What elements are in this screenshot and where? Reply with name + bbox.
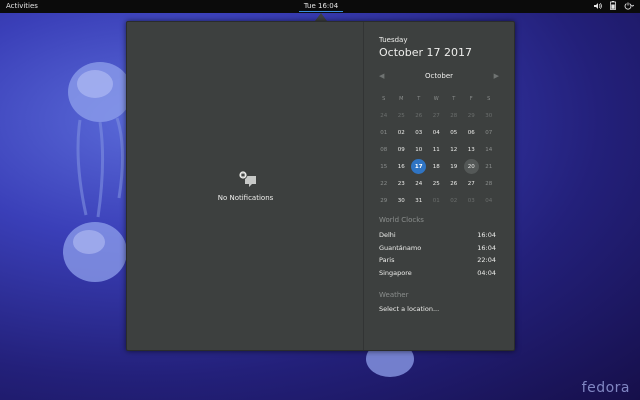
- wallpaper-jellyfish-small: [366, 345, 414, 377]
- calendar-day[interactable]: 02: [393, 125, 411, 140]
- wallpaper-jellyfish-bottom: [63, 222, 127, 282]
- calendar-day[interactable]: 22: [375, 176, 393, 191]
- weekday-header: W: [433, 95, 439, 102]
- current-weekday[interactable]: Tuesday: [379, 36, 504, 44]
- calendar-day[interactable]: 30: [393, 193, 411, 208]
- calendar-day[interactable]: 08: [375, 142, 393, 157]
- calendar-week: 01 02 03 04 05 06 07: [375, 124, 498, 141]
- weather-section[interactable]: Weather Select a location...: [379, 291, 496, 313]
- weekday-header: F: [469, 95, 473, 102]
- world-clock-time: 16:04: [477, 231, 496, 240]
- no-notifications-icon: [238, 170, 256, 187]
- calendar-day[interactable]: 06: [463, 125, 481, 140]
- calendar-day[interactable]: 24: [375, 108, 393, 123]
- chevron-right-icon[interactable]: ▶: [494, 72, 499, 80]
- calendar-day[interactable]: 29: [463, 108, 481, 123]
- world-clocks-section[interactable]: World Clocks Delhi 16:04 Guantánamo 16:0…: [379, 216, 496, 279]
- fedora-logo: fedora: [581, 380, 630, 396]
- calendar-day[interactable]: 23: [393, 176, 411, 191]
- world-clock-row: Delhi 16:04: [379, 229, 496, 242]
- calendar-day[interactable]: 25: [393, 108, 411, 123]
- calendar-day[interactable]: 28: [480, 176, 498, 191]
- calendar-day[interactable]: 28: [445, 108, 463, 123]
- weekday-header: S: [487, 95, 491, 102]
- calendar-month-label: October: [424, 72, 453, 80]
- calendar-day[interactable]: 31: [410, 193, 428, 208]
- volume-icon: [594, 2, 602, 9]
- world-clock-time: 04:04: [477, 268, 496, 277]
- current-date[interactable]: October 17 2017: [379, 46, 504, 59]
- weekday-header: T: [417, 95, 421, 102]
- no-notifications-label: No Notifications: [217, 194, 274, 202]
- calendar-day[interactable]: 05: [445, 125, 463, 140]
- calendar-day[interactable]: 03: [463, 193, 481, 208]
- weekday-header: S: [382, 95, 386, 102]
- calendar-day-today[interactable]: 17: [411, 159, 427, 174]
- calendar-day[interactable]: 04: [480, 193, 498, 208]
- top-bar: Activities Tue 16:04: [0, 0, 640, 13]
- calendar-week: 08 09 10 11 12 13 14: [375, 141, 498, 158]
- calendar-day[interactable]: 19: [445, 159, 463, 174]
- calendar-day[interactable]: 10: [410, 142, 428, 157]
- calendar-grid: S M T W T F S 24 25 26 27 28 29 30 01 02…: [375, 90, 498, 209]
- calendar-column: Tuesday October 17 2017 ◀ October ▶ S M …: [379, 36, 504, 313]
- world-clock-city: Paris: [379, 256, 395, 265]
- world-clock-city: Singapore: [379, 268, 412, 277]
- calendar-day[interactable]: 01: [428, 193, 446, 208]
- popup-arrow: [315, 13, 327, 21]
- calendar-day[interactable]: 20: [463, 159, 479, 174]
- world-clock-row: Guantánamo 16:04: [379, 242, 496, 255]
- calendar-week: 22 23 24 25 26 27 28: [375, 175, 498, 192]
- world-clock-city: Delhi: [379, 231, 396, 240]
- world-clock-time: 16:04: [477, 243, 496, 252]
- weather-location-prompt: Select a location...: [379, 305, 440, 313]
- calendar-week: 15 16 17 18 19 20 21: [375, 158, 498, 175]
- calendar-day[interactable]: 12: [445, 142, 463, 157]
- calendar-day[interactable]: 14: [480, 142, 498, 157]
- calendar-header: ◀ October ▶: [379, 72, 499, 82]
- calendar-day[interactable]: 26: [445, 176, 463, 191]
- calendar-day[interactable]: 30: [480, 108, 498, 123]
- weekday-header: M: [399, 95, 404, 102]
- calendar-day[interactable]: 04: [428, 125, 446, 140]
- world-clock-time: 22:04: [477, 256, 496, 265]
- calendar-day[interactable]: 24: [410, 176, 428, 191]
- weekday-header-row: S M T W T F S: [375, 90, 498, 107]
- world-clock-row: Paris 22:04: [379, 254, 496, 267]
- calendar-day[interactable]: 25: [428, 176, 446, 191]
- calendar-day[interactable]: 16: [393, 159, 411, 174]
- calendar-week: 29 30 31 01 02 03 04: [375, 192, 498, 209]
- calendar-day[interactable]: 27: [463, 176, 481, 191]
- calendar-day[interactable]: 01: [375, 125, 393, 140]
- calendar-day[interactable]: 26: [410, 108, 428, 123]
- calendar-day[interactable]: 07: [480, 125, 498, 140]
- weekday-header: T: [452, 95, 456, 102]
- world-clock-city: Guantánamo: [379, 243, 422, 252]
- world-clocks-title: World Clocks: [379, 216, 424, 224]
- calendar-day[interactable]: 27: [428, 108, 446, 123]
- calendar-day[interactable]: 03: [410, 125, 428, 140]
- calendar-day[interactable]: 29: [375, 193, 393, 208]
- calendar-day[interactable]: 11: [428, 142, 446, 157]
- calendar-day[interactable]: 02: [445, 193, 463, 208]
- activities-button[interactable]: Activities: [6, 2, 38, 10]
- notification-list: No Notifications: [127, 22, 364, 350]
- world-clock-row: Singapore 04:04: [379, 267, 496, 280]
- calendar-day[interactable]: 15: [375, 159, 393, 174]
- calendar-day[interactable]: 13: [463, 142, 481, 157]
- clock-button[interactable]: Tue 16:04: [299, 2, 343, 12]
- calendar-day[interactable]: 09: [393, 142, 411, 157]
- calendar-day[interactable]: 21: [480, 159, 498, 174]
- date-menu-popup: No Notifications Tuesday October 17 2017…: [126, 21, 515, 351]
- calendar-day[interactable]: 18: [428, 159, 446, 174]
- weather-title: Weather: [379, 291, 409, 299]
- battery-icon: [610, 1, 616, 10]
- power-menu-icon: [624, 2, 634, 10]
- calendar-week: 24 25 26 27 28 29 30: [375, 107, 498, 124]
- status-menu[interactable]: [594, 1, 634, 10]
